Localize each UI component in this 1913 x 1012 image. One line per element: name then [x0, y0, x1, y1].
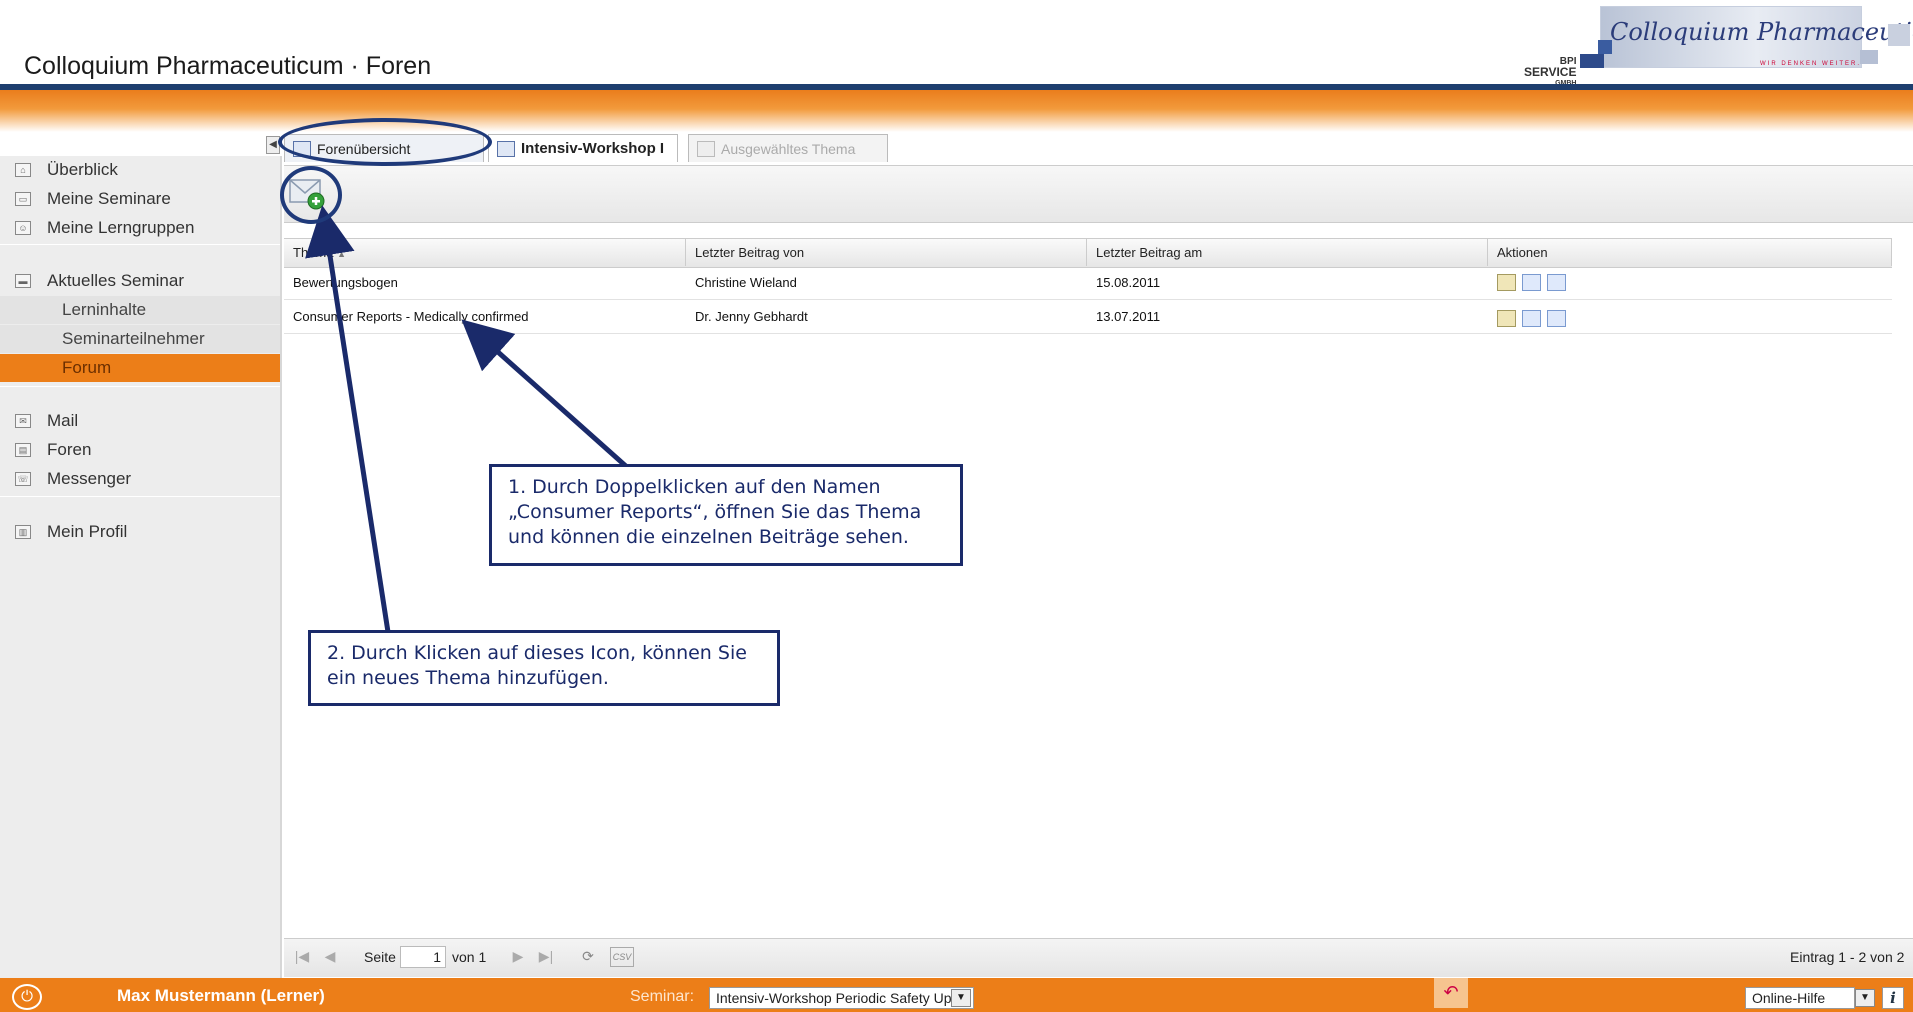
list-icon	[497, 140, 515, 157]
sidebar-item-label: Mein Profil	[47, 522, 128, 541]
sidebar-item-label: Seminarteilnehmer	[62, 329, 205, 348]
sidebar-item-label: Mail	[47, 411, 79, 430]
cell-thema[interactable]: Bewertungsbogen	[293, 266, 398, 299]
sidebar-item-label: Lerninhalte	[62, 300, 147, 319]
home-icon: ⌂	[15, 163, 31, 177]
user-name: Max Mustermann (Lerner)	[117, 986, 325, 1005]
info-icon[interactable]: i	[1882, 987, 1904, 1009]
reply-mail-icon[interactable]	[1522, 274, 1541, 291]
callout-open-topic: 1. Durch Doppelklicken auf den Namen „Co…	[489, 464, 963, 566]
paging-toolbar	[284, 938, 1913, 977]
power-icon[interactable]: ⏻	[12, 984, 42, 1010]
service-label: SERVICE	[1524, 65, 1577, 79]
sidebar-item-label: Foren	[47, 440, 92, 459]
cell-thema[interactable]: Consumer Reports - Medically confirmed	[293, 300, 529, 333]
app-title: Colloquium Pharmaceuticum · Foren	[24, 52, 432, 80]
column-header-letzter-beitrag-am[interactable]: Letzter Beitrag am	[1087, 238, 1488, 266]
logo-square	[1598, 40, 1612, 54]
tab-intensiv-workshop[interactable]: Intensiv-Workshop I	[488, 134, 678, 162]
back-arrow-icon[interactable]: ↶	[1434, 978, 1468, 1008]
sort-asc-icon: ▲	[337, 249, 347, 259]
logo-square	[1580, 54, 1604, 68]
seminar-select[interactable]: Intensiv-Workshop Periodic Safety Up	[709, 987, 974, 1009]
column-header-label: Thema	[293, 245, 334, 260]
chevron-down-icon[interactable]: ▼	[1855, 989, 1875, 1007]
highlight-ring-new-topic	[280, 166, 342, 224]
sidebar-item-lerninhalte[interactable]: Lerninhalte	[0, 296, 280, 324]
page-number-input[interactable]: 1	[400, 946, 446, 968]
sidebar-item-meine-seminare[interactable]: ▭ Meine Seminare	[0, 185, 280, 213]
logo-square	[1888, 24, 1910, 46]
table-row[interactable]: Consumer Reports - Medically confirmed D…	[284, 300, 1892, 334]
highlight-ring-tab	[278, 118, 492, 166]
sidebar-item-mein-profil[interactable]: ▥ Mein Profil	[0, 518, 280, 546]
topic-grid	[284, 236, 1913, 936]
sidebar-item-messenger[interactable]: ☏ Messenger	[0, 465, 280, 493]
cell-am: 15.08.2011	[1096, 275, 1161, 290]
first-page-icon[interactable]: |◀	[294, 947, 310, 965]
sidebar-item-seminarteilnehmer[interactable]: Seminarteilnehmer	[0, 325, 280, 353]
sidebar-item-label: Meine Lerngruppen	[47, 218, 195, 237]
sidebar-item-label: Überblick	[47, 160, 118, 179]
csv-export-icon[interactable]: CSV	[610, 947, 634, 967]
view-topic-icon[interactable]	[1497, 274, 1516, 291]
table-row[interactable]: Bewertungsbogen Christine Wieland 15.08.…	[284, 266, 1892, 300]
sidebar: ⌂ Überblick ▭ Meine Seminare ☺ Meine Lerngr…	[0, 156, 282, 978]
cell-am: 13.07.2011	[1096, 309, 1161, 324]
seminar-label: Seminar:	[630, 988, 695, 1005]
forum-icon: ▤	[15, 443, 31, 457]
sidebar-item-aktuelles-seminar[interactable]: ▬ Aktuelles Seminar	[0, 267, 280, 295]
delete-mail-icon[interactable]	[1547, 274, 1566, 291]
mail-icon: ✉	[15, 414, 31, 428]
view-topic-icon[interactable]	[1497, 310, 1516, 327]
seminar-icon: ▭	[15, 192, 31, 206]
sidebar-divider	[0, 244, 280, 245]
sidebar-item-label: Aktuelles Seminar	[47, 271, 185, 290]
profile-icon: ▥	[15, 525, 31, 539]
tab-label: Ausgewähltes Thema	[721, 140, 856, 157]
delete-mail-icon[interactable]	[1547, 310, 1566, 327]
column-header-letzter-beitrag-von[interactable]: Letzter Beitrag von	[686, 238, 1087, 266]
group-icon: ☺	[15, 221, 31, 235]
reply-mail-icon[interactable]	[1522, 310, 1541, 327]
cell-von: Dr. Jenny Gebhardt	[695, 309, 808, 324]
page-label: Seite	[364, 949, 396, 965]
sidebar-item-meine-lerngruppen[interactable]: ☺ Meine Lerngruppen	[0, 214, 280, 242]
sidebar-item-label: Forum	[62, 358, 112, 377]
sidebar-item-label: Messenger	[47, 469, 132, 488]
sidebar-item-foren[interactable]: ▤ Foren	[0, 436, 280, 464]
refresh-icon[interactable]: ⟳	[580, 947, 596, 965]
sidebar-item-mail[interactable]: ✉ Mail	[0, 407, 280, 435]
sidebar-item-forum[interactable]: Forum	[0, 354, 280, 382]
header-band	[0, 90, 1913, 132]
monitor-icon: ▬	[15, 274, 31, 288]
tab-label: Intensiv-Workshop I	[521, 140, 665, 157]
sidebar-divider	[0, 386, 280, 387]
logo-square	[1860, 50, 1878, 64]
help-select[interactable]: Online-Hilfe	[1745, 987, 1855, 1009]
sidebar-divider	[0, 496, 280, 497]
callout-new-topic: 2. Durch Klicken auf dieses Icon, können…	[308, 630, 780, 706]
column-header-thema[interactable]: Thema ▲	[284, 238, 686, 266]
next-page-icon[interactable]: ▶	[510, 947, 526, 965]
tab-ausgewaehltes-thema[interactable]: Ausgewähltes Thema	[688, 134, 888, 162]
column-header-aktionen[interactable]: Aktionen	[1488, 238, 1892, 266]
list-icon	[697, 140, 715, 157]
toolbar	[284, 165, 1913, 223]
paging-summary: Eintrag 1 - 2 von 2	[1790, 949, 1905, 965]
sidebar-item-ueberblick[interactable]: ⌂ Überblick	[0, 156, 280, 184]
sidebar-item-label: Meine Seminare	[47, 189, 171, 208]
page-of-label: von 1	[452, 949, 487, 965]
messenger-icon: ☏	[15, 472, 31, 486]
brand-logo-text: Colloquium Pharmaceuticum	[1610, 18, 1913, 46]
chevron-down-icon[interactable]: ▼	[951, 989, 971, 1007]
last-page-icon[interactable]: ▶|	[538, 947, 554, 965]
cell-von: Christine Wieland	[695, 275, 797, 290]
brand-slogan: WIR DENKEN WEITER.	[1760, 61, 1862, 67]
prev-page-icon[interactable]: ◀	[322, 947, 338, 965]
